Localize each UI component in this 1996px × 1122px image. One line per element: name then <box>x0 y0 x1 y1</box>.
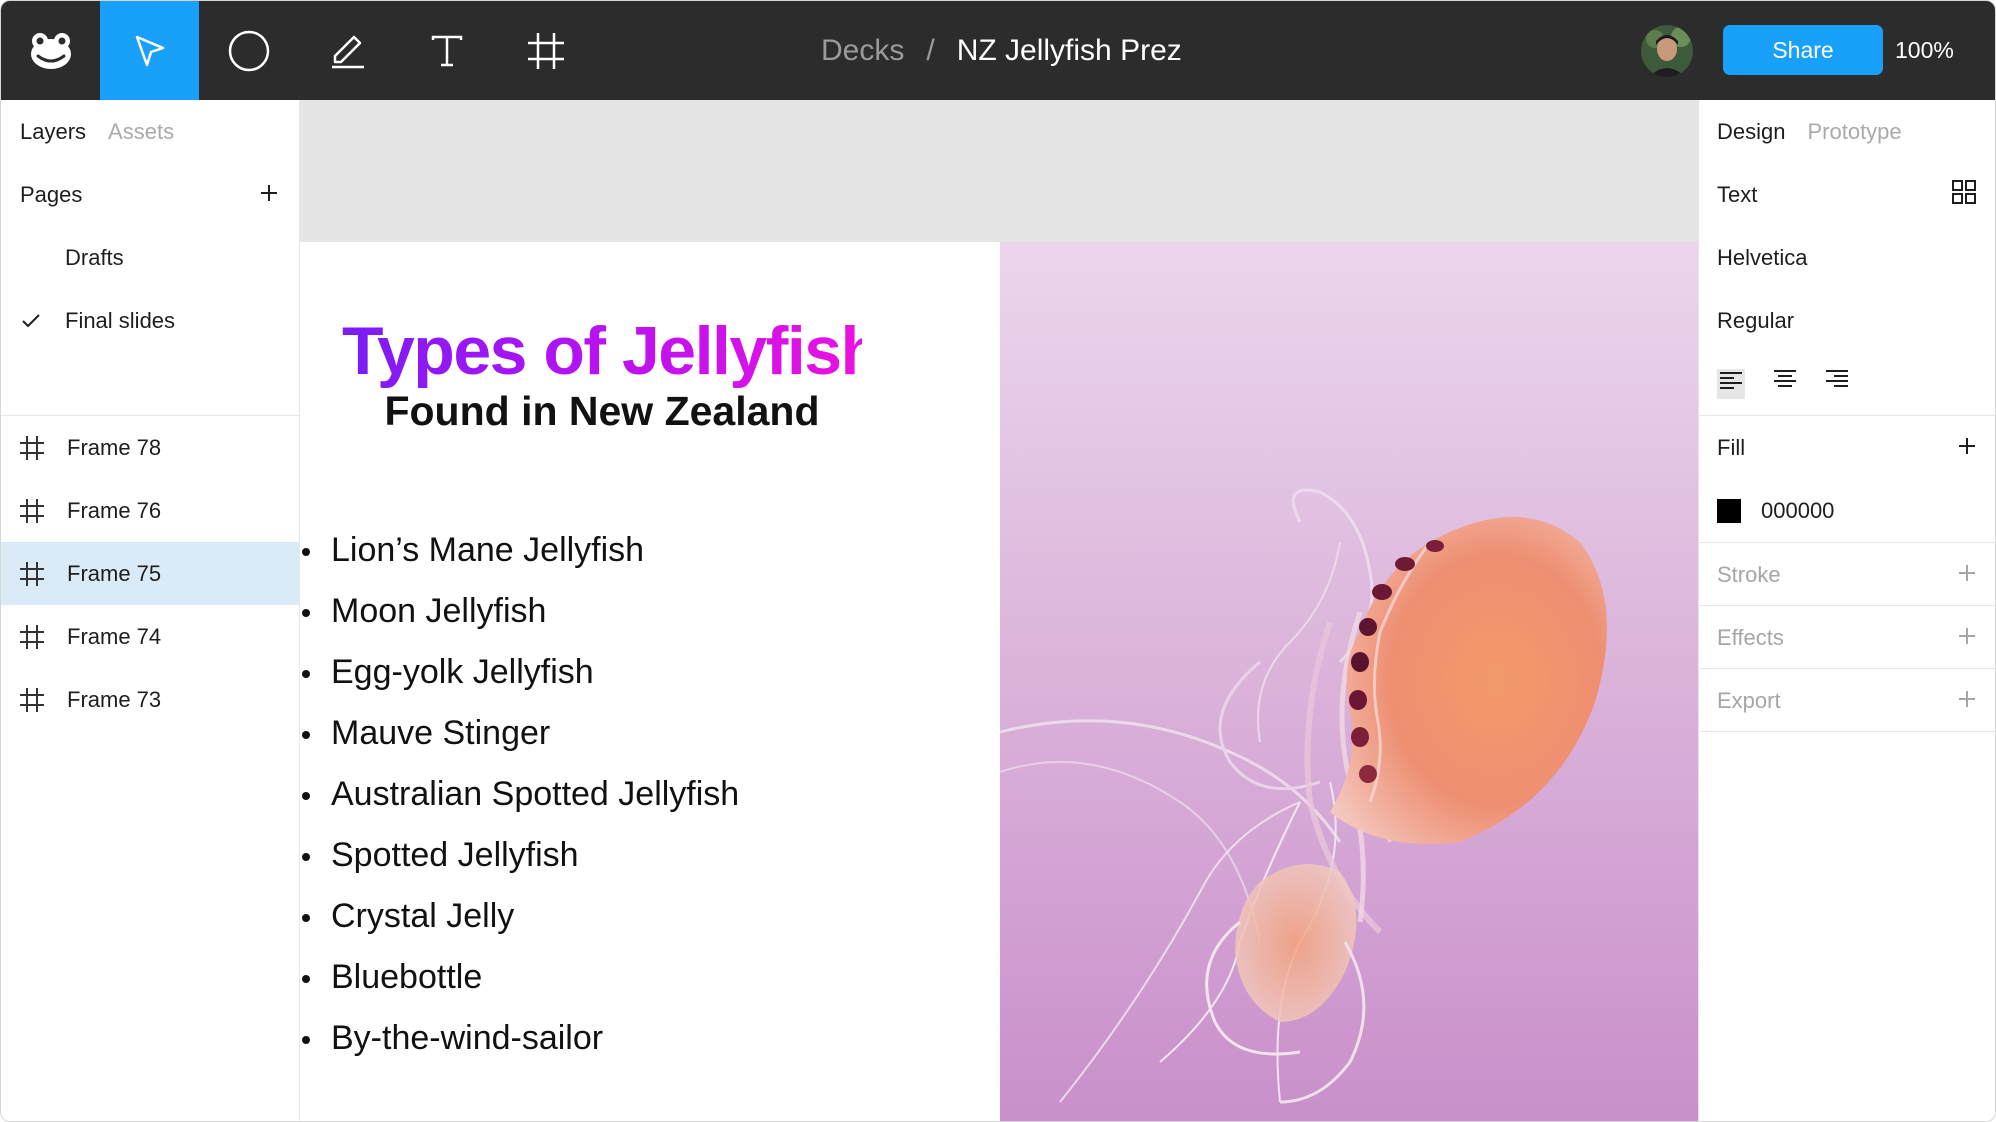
bullet-item[interactable]: Bluebottle <box>300 947 739 1008</box>
slide-frame-75[interactable]: Types of Jellyfish Found in New Zealand … <box>300 242 1698 1121</box>
fill-section-header: Fill <box>1699 416 1995 479</box>
page-item-drafts[interactable]: Drafts <box>1 226 300 289</box>
page-item-final-slides[interactable]: Final slides <box>1 289 300 352</box>
pages-header: Pages <box>1 163 300 226</box>
bullet-item[interactable]: Spotted Jellyfish <box>300 825 739 886</box>
text-section-label: Text <box>1717 181 1758 207</box>
align-right-icon[interactable] <box>1825 369 1849 399</box>
bullet-item[interactable]: Australian Spotted Jellyfish <box>300 764 739 825</box>
pages-label: Pages <box>20 181 83 207</box>
frame-icon <box>19 435 49 461</box>
ellipse-tool-icon[interactable] <box>199 1 298 100</box>
panel-divider <box>1699 731 1995 732</box>
layer-item-label: Frame 73 <box>67 686 162 712</box>
frame-tool-icon[interactable] <box>496 1 595 100</box>
bullet-item[interactable]: Mauve Stinger <box>300 703 739 764</box>
layer-item-label: Frame 75 <box>67 560 162 586</box>
fill-color-hex[interactable]: 000000 <box>1761 498 1834 524</box>
bullet-item[interactable]: Egg-yolk Jellyfish <box>300 642 739 703</box>
effects-section-label: Effects <box>1717 624 1784 650</box>
layer-item-label: Frame 74 <box>67 623 162 649</box>
text-tool-icon[interactable] <box>397 1 496 100</box>
bullet-item[interactable]: Crystal Jelly <box>300 886 739 947</box>
fill-section-label: Fill <box>1717 434 1746 460</box>
zoom-level-dropdown[interactable]: 100% <box>1895 1 1954 100</box>
move-tool-icon[interactable] <box>100 1 199 100</box>
breadcrumb: Decks / NZ Jellyfish Prez <box>821 1 1182 100</box>
font-weight-value: Regular <box>1717 307 1795 333</box>
document-title[interactable]: NZ Jellyfish Prez <box>957 34 1182 68</box>
add-export-icon[interactable] <box>1958 688 1976 714</box>
bullet-item[interactable]: Moon Jellyfish <box>300 581 739 642</box>
left-panel-tabs: Layers Assets <box>1 100 300 163</box>
text-section-header: Text <box>1699 163 1995 226</box>
fill-color-row[interactable]: 000000 <box>1699 479 1995 542</box>
add-effect-icon[interactable] <box>1958 625 1976 651</box>
bullet-item[interactable]: Lion’s Mane Jellyfish <box>300 520 739 581</box>
text-styles-grid-icon[interactable] <box>1952 179 1976 210</box>
tab-design[interactable]: Design <box>1717 119 1785 145</box>
bullet-item[interactable]: By-the-wind-sailor <box>300 1008 739 1069</box>
export-section-label: Export <box>1717 687 1781 713</box>
jellyfish-bullet-list[interactable]: Lion’s Mane Jellyfish Moon Jellyfish Egg… <box>300 520 739 1069</box>
fill-color-swatch[interactable] <box>1717 498 1741 523</box>
frame-icon <box>19 498 49 524</box>
design-properties-panel: Design Prototype Text Helvetica Regular <box>1698 100 1995 1121</box>
layer-item-frame-73[interactable]: Frame 73 <box>1 668 300 731</box>
stroke-section-header: Stroke <box>1699 543 1995 606</box>
right-panel-tabs: Design Prototype <box>1699 100 1995 163</box>
design-canvas[interactable]: Types of Jellyfish Found in New Zealand … <box>300 100 1698 1121</box>
layer-item-label: Frame 78 <box>67 434 162 460</box>
tab-prototype[interactable]: Prototype <box>1807 119 1901 145</box>
layer-item-frame-76[interactable]: Frame 76 <box>1 479 300 542</box>
breadcrumb-separator: / <box>926 33 935 67</box>
frame-icon <box>19 561 49 587</box>
align-center-icon[interactable] <box>1773 369 1797 399</box>
frog-logo-menu-icon[interactable] <box>1 1 100 100</box>
page-item-label: Drafts <box>65 244 124 270</box>
jellyfish-photo[interactable] <box>1000 242 1698 1121</box>
font-family-select[interactable]: Helvetica <box>1699 226 1995 289</box>
breadcrumb-parent-link[interactable]: Decks <box>821 34 904 68</box>
top-toolbar: Decks / NZ Jellyfish Prez Share 100% <box>1 1 1995 100</box>
frame-icon <box>19 687 49 713</box>
tab-layers[interactable]: Layers <box>20 119 86 145</box>
tab-assets[interactable]: Assets <box>108 119 174 145</box>
slide-subtitle[interactable]: Found in New Zealand <box>342 388 862 435</box>
font-weight-select[interactable]: Regular <box>1699 289 1995 352</box>
slide-title[interactable]: Types of Jellyfish <box>342 314 882 388</box>
export-section-header: Export <box>1699 669 1995 732</box>
effects-section-header: Effects <box>1699 606 1995 669</box>
add-stroke-icon[interactable] <box>1958 562 1976 588</box>
font-family-value: Helvetica <box>1717 244 1808 270</box>
page-item-label: Final slides <box>65 307 176 333</box>
frame-icon <box>19 624 49 650</box>
add-page-icon[interactable] <box>260 182 278 208</box>
user-avatar[interactable] <box>1641 25 1693 77</box>
layer-item-label: Frame 76 <box>67 497 162 523</box>
share-button[interactable]: Share <box>1723 25 1883 75</box>
design-app-window: Decks / NZ Jellyfish Prez Share 100% Lay… <box>0 0 1996 1122</box>
add-fill-icon[interactable] <box>1958 435 1976 461</box>
layer-item-frame-78[interactable]: Frame 78 <box>1 416 300 479</box>
layer-item-frame-74[interactable]: Frame 74 <box>1 605 300 668</box>
stroke-section-label: Stroke <box>1717 561 1781 587</box>
text-align-group <box>1699 352 1995 415</box>
align-left-icon[interactable] <box>1717 368 1745 399</box>
pen-tool-icon[interactable] <box>298 1 397 100</box>
checkmark-icon <box>21 313 65 329</box>
layers-sidebar: Layers Assets Pages Drafts Final slides … <box>1 100 300 1121</box>
layer-item-frame-75[interactable]: Frame 75 <box>1 542 300 605</box>
